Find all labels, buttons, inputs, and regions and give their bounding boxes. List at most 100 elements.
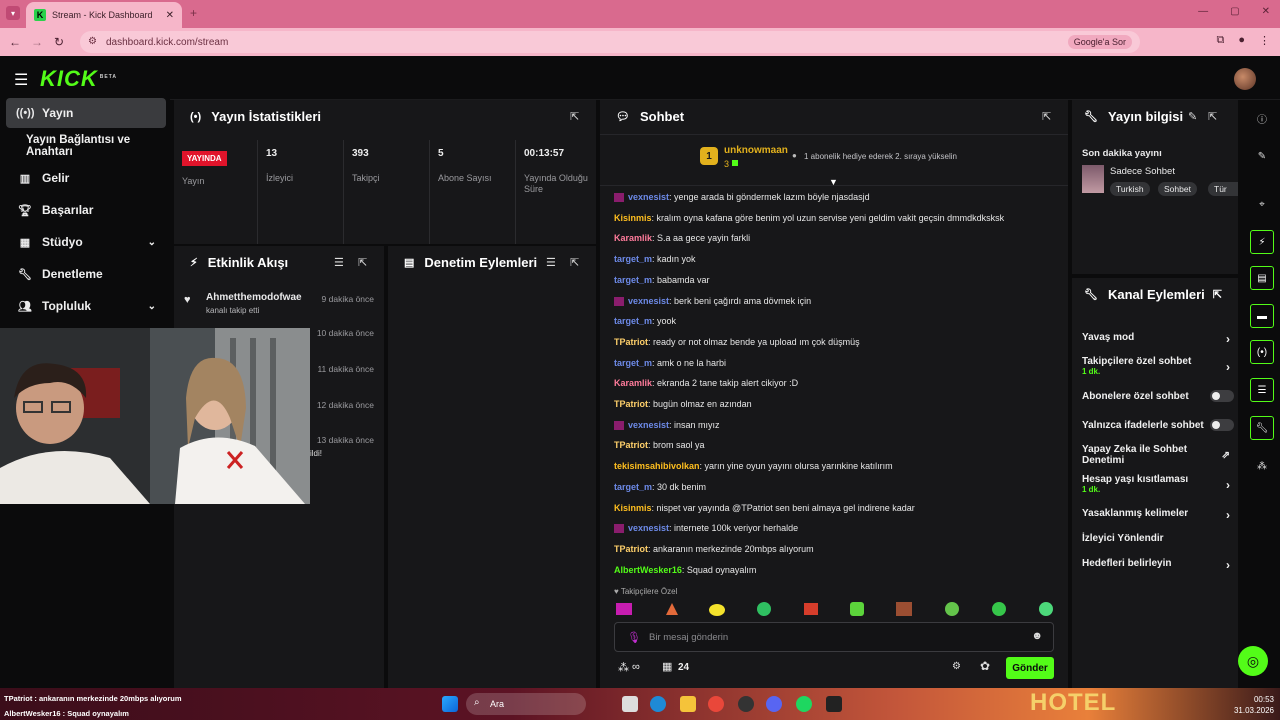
filter-icon[interactable]: ☰	[546, 256, 556, 269]
sidebar-item-stream-key[interactable]: Yayın Bağlantısı ve Anahtarı	[6, 131, 166, 161]
subscribers-only-toggle[interactable]	[1210, 390, 1234, 402]
taskbar-clock[interactable]: 00:53 31.03.2026	[1234, 694, 1274, 716]
new-tab-icon[interactable]: +	[190, 6, 197, 20]
popout-icon[interactable]: ⇱	[358, 256, 367, 269]
chat-settings-icon[interactable]: ✿	[980, 659, 990, 673]
chat-username[interactable]: TPatriot	[614, 544, 648, 554]
windows-start-icon[interactable]	[442, 696, 458, 712]
action-host[interactable]: İzleyici Yönlendir	[1082, 533, 1230, 544]
chat-username[interactable]: TPatriot	[614, 337, 648, 347]
action-subscribers-only[interactable]: Abonelere özel sohbet	[1082, 390, 1234, 402]
chat-username[interactable]: target_m	[614, 316, 652, 326]
action-banned-words[interactable]: Yasaklanmış kelimeler ›	[1082, 508, 1230, 522]
back-icon[interactable]: ←	[4, 35, 26, 49]
sidebar-item-gelir[interactable]: ▥ Gelir	[6, 163, 166, 193]
filter-icon[interactable]: ☰	[334, 256, 344, 269]
close-tab-icon[interactable]: ✕	[166, 10, 174, 21]
emotes-only-toggle[interactable]	[1210, 419, 1234, 431]
chat-username[interactable]: Karamlik	[614, 378, 652, 388]
info-icon[interactable]: ⓘ	[1250, 106, 1274, 130]
action-goals[interactable]: Hedefleri belirleyin ›	[1082, 558, 1230, 572]
chat-username[interactable]: vexnesist	[628, 420, 669, 430]
gear-icon[interactable]: ⚙	[952, 661, 961, 672]
hamburger-icon[interactable]: ☰	[14, 70, 28, 90]
menu-icon[interactable]: ⋮	[1259, 34, 1270, 47]
taskbar-search[interactable]: ⌕ Ara	[466, 693, 586, 715]
tab-search-icon[interactable]: ▾	[6, 6, 20, 20]
chat-input[interactable]: 🎙︎ Bir mesaj gönderin ☻	[614, 622, 1054, 652]
google-search-button[interactable]: Google'a Sor	[1067, 35, 1132, 49]
pinned-user[interactable]: unknowmaan	[724, 145, 788, 156]
send-button[interactable]: Gönder	[1006, 657, 1054, 679]
sidebar-item-topluluk[interactable]: 👥︎ Topluluk ⌄	[6, 291, 166, 321]
chat-bubble-icon[interactable]: ▬	[1250, 304, 1274, 328]
browser-tab[interactable]: K Stream - Kick Dashboard ✕	[26, 2, 182, 28]
forward-icon[interactable]: →	[26, 35, 48, 49]
chrome-icon[interactable]	[708, 696, 724, 712]
followers-only-text: Takipçilere Özel	[620, 587, 678, 596]
emoji-icon[interactable]: ☻	[1031, 630, 1043, 642]
action-followers-only[interactable]: Takipçilere özel sohbet 1 dk. ›	[1082, 356, 1230, 376]
action-slow-mode[interactable]: Yavaş mod ›	[1082, 332, 1230, 346]
site-settings-icon[interactable]: ⚙	[88, 36, 97, 47]
popout-icon[interactable]: ⇱	[570, 256, 579, 269]
sidebar-item-studyo[interactable]: ▦ Stüdyo ⌄	[6, 227, 166, 257]
discord-icon[interactable]	[766, 696, 782, 712]
pencil-icon[interactable]: ✎	[1250, 144, 1274, 168]
avatar[interactable]	[1234, 68, 1256, 90]
chat-username[interactable]: Kisinmis	[614, 503, 652, 513]
chat-username[interactable]: vexnesist	[628, 523, 669, 533]
chat-username[interactable]: TPatriot	[614, 440, 648, 450]
more-icon[interactable]: ⁂	[1250, 454, 1274, 478]
chat-username[interactable]: tekisimsahibivolkan	[614, 461, 700, 471]
obs-icon[interactable]	[738, 696, 754, 712]
collapse-icon[interactable]: ▼	[829, 177, 838, 187]
wrench-icon[interactable]: 🔧︎	[1250, 416, 1274, 440]
chat-username[interactable]: AlbertWesker16	[614, 565, 682, 575]
chat-username[interactable]: target_m	[614, 482, 652, 492]
broadcast-icon[interactable]: (•)	[1250, 340, 1274, 364]
chat-username[interactable]: target_m	[614, 275, 652, 285]
stats-icon[interactable]: ☰	[1250, 378, 1274, 402]
chat-username[interactable]: target_m	[614, 358, 652, 368]
infinity-label: ∞	[632, 661, 640, 673]
chat-message: target_m: yook	[614, 316, 676, 326]
minimize-icon[interactable]: —	[1198, 6, 1208, 17]
edit-icon[interactable]: ✎	[1188, 110, 1197, 123]
action-emotes-only[interactable]: Yalnızca ifadelerle sohbet	[1082, 419, 1234, 431]
chat-username[interactable]: Kisinmis	[614, 213, 652, 223]
document-icon[interactable]: ▤	[1250, 266, 1274, 290]
action-account-age[interactable]: Hesap yaşı kısıtlaması 1 dk. ›	[1082, 474, 1230, 494]
help-icon[interactable]: ◎	[1238, 646, 1268, 676]
reload-icon[interactable]: ↻	[48, 35, 70, 49]
kick-logo[interactable]: KICK BETA	[40, 66, 117, 92]
task-view-icon[interactable]	[622, 696, 638, 712]
epic-games-icon[interactable]	[826, 696, 842, 712]
microphone-icon[interactable]: 🎙︎	[627, 631, 641, 644]
sidebar-item-denetleme[interactable]: 🔧︎ Denetleme	[6, 259, 166, 289]
extensions-icon[interactable]: ⧉	[1216, 34, 1224, 47]
action-ai-moderation[interactable]: Yapay Zeka ile Sohbet Denetimi ⇗	[1082, 444, 1230, 466]
chat-username[interactable]: Karamlik	[614, 233, 652, 243]
sidebar-item-basarilar[interactable]: 🏆︎ Başarılar	[6, 195, 166, 225]
chat-username[interactable]: target_m	[614, 254, 652, 264]
sidebar-item-yayin[interactable]: ((•)) Yayın	[6, 98, 166, 128]
popout-icon[interactable]: ⇱	[1042, 110, 1051, 123]
close-window-icon[interactable]: ✕	[1262, 6, 1270, 17]
store-icon[interactable]: ▦	[662, 660, 672, 673]
popout-icon[interactable]: ⇱	[1208, 110, 1217, 123]
popout-icon[interactable]: ⇱	[570, 110, 579, 123]
crosshair-icon[interactable]: ⌖	[1250, 192, 1274, 216]
edge-icon[interactable]	[650, 696, 666, 712]
chat-username[interactable]: vexnesist	[628, 192, 669, 202]
url-field[interactable]: ⚙ dashboard.kick.com/stream Google'a Sor	[80, 31, 1140, 53]
kick-points-icon[interactable]: ⁂	[618, 661, 629, 674]
file-explorer-icon[interactable]	[680, 696, 696, 712]
lightning-icon[interactable]: ⚡︎	[1250, 230, 1274, 254]
spotify-icon[interactable]	[796, 696, 812, 712]
popout-icon[interactable]: ⇱	[1213, 288, 1222, 301]
chat-username[interactable]: TPatriot	[614, 399, 648, 409]
maximize-icon[interactable]: ▢	[1230, 6, 1239, 17]
profile-icon[interactable]: ●	[1238, 34, 1245, 47]
chat-username[interactable]: vexnesist	[628, 296, 669, 306]
